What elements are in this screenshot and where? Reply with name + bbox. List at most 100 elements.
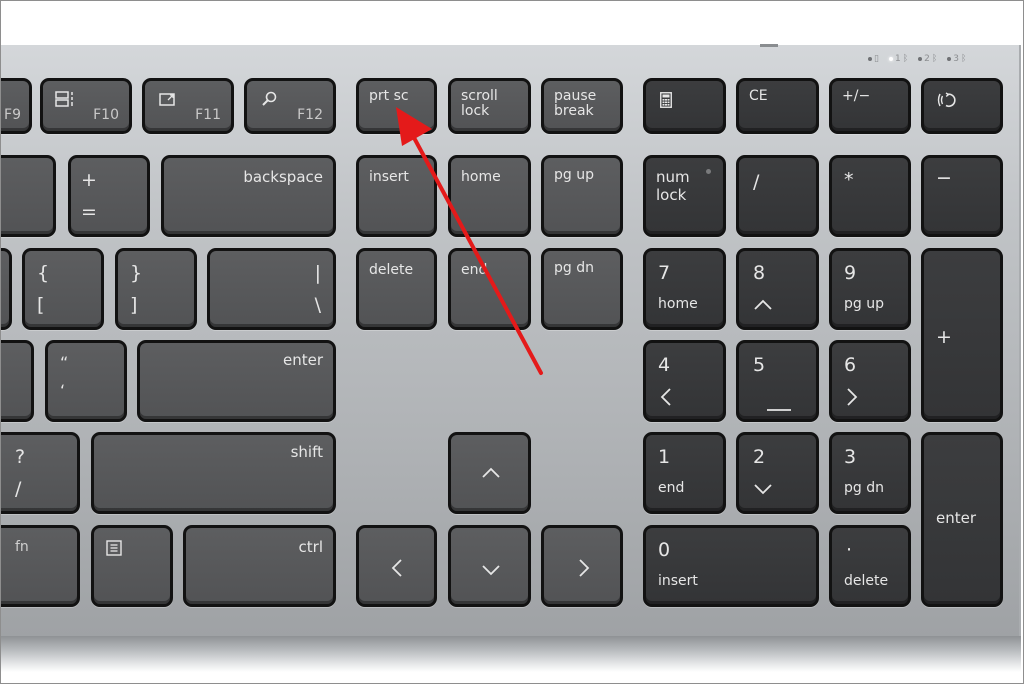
key-page-up-label: pg up	[554, 167, 594, 183]
key-end[interactable]: end	[448, 248, 531, 330]
key-slash[interactable]: ? /	[0, 432, 80, 514]
key-numpad-decimal[interactable]: · delete	[829, 525, 911, 607]
key-numpad-7[interactable]: 7 home	[643, 248, 726, 330]
key-f11[interactable]: F11	[142, 78, 234, 134]
key-right-bracket-upper: }	[130, 262, 143, 284]
key-delete-label: delete	[369, 262, 414, 278]
key-quote[interactable]: “ ‘	[45, 340, 127, 422]
key-numpad-multiply[interactable]: *	[829, 155, 911, 237]
key-right-shift[interactable]: shift	[91, 432, 336, 514]
key-numpad-minus-label: −	[936, 167, 952, 189]
key-arrow-left[interactable]	[356, 525, 437, 607]
key-numpad-7-sub: home	[658, 296, 698, 312]
key-equals[interactable]: + =	[68, 155, 150, 237]
key-f9[interactable]: F9	[0, 78, 32, 134]
chevron-right-icon	[847, 388, 858, 406]
key-scroll-lock[interactable]: scroll lock	[448, 78, 531, 134]
key-end-label: end	[461, 262, 488, 278]
key-numpad-5-label: 5	[753, 354, 766, 376]
key-plus-minus[interactable]: +/−	[829, 78, 911, 134]
tactile-bump-icon	[767, 409, 791, 411]
key-f12[interactable]: F12	[244, 78, 336, 134]
key-numpad-9-sub: pg up	[844, 296, 884, 312]
key-numpad-0-sub: insert	[658, 573, 698, 589]
key-numpad-2[interactable]: 2	[736, 432, 819, 514]
key-numpad-0[interactable]: 0 insert	[643, 525, 819, 607]
key-page-up[interactable]: pg up	[541, 155, 623, 237]
key-numpad-6[interactable]: 6	[829, 340, 911, 422]
key-insert[interactable]: insert	[356, 155, 437, 237]
key-arrow-right[interactable]	[541, 525, 623, 607]
key-minus[interactable]	[0, 155, 56, 237]
key-right-ctrl[interactable]: ctrl	[183, 525, 336, 607]
key-equals-lower: =	[81, 201, 97, 223]
key-numpad-3-label: 3	[844, 446, 857, 468]
key-numpad-3-sub: pg dn	[844, 480, 884, 496]
chevron-left-icon	[660, 388, 671, 406]
key-left-bracket[interactable]: { [	[22, 248, 104, 330]
chevron-up-icon	[754, 299, 772, 310]
key-menu[interactable]	[91, 525, 173, 607]
key-semicolon[interactable]	[0, 340, 34, 422]
key-num-lock[interactable]: num lock	[643, 155, 726, 237]
key-print-screen[interactable]: prt sc	[356, 78, 437, 134]
key-numpad-plus[interactable]: +	[921, 248, 1003, 422]
key-calculator[interactable]	[643, 78, 726, 134]
key-arrow-down[interactable]	[448, 525, 531, 607]
key-right-shift-label: shift	[290, 443, 323, 461]
key-right-bracket-lower: ]	[130, 294, 138, 316]
keyboard-front-edge	[0, 636, 1021, 672]
key-pause-break-label: pause break	[554, 88, 597, 119]
layout-icon	[55, 91, 73, 107]
bt-led-1: 1ᛒ	[888, 54, 908, 64]
key-pause-break[interactable]: pause break	[541, 78, 623, 134]
key-fn[interactable]: fn	[0, 525, 80, 607]
key-numpad-1-label: 1	[658, 446, 671, 468]
key-numpad-3[interactable]: 3 pg dn	[829, 432, 911, 514]
key-backslash-lower: \	[314, 294, 321, 316]
key-f10-label: F10	[93, 107, 119, 123]
key-quote-upper: “	[60, 353, 69, 372]
chevron-down-icon	[482, 565, 500, 576]
key-connect[interactable]	[921, 78, 1003, 134]
key-left-bracket-lower: [	[37, 294, 45, 316]
key-ce[interactable]: CE	[736, 78, 819, 134]
key-right-ctrl-label: ctrl	[298, 538, 323, 556]
key-arrow-up[interactable]	[448, 432, 531, 514]
key-numpad-enter-label: enter	[936, 509, 977, 527]
key-numpad-9[interactable]: 9 pg up	[829, 248, 911, 330]
search-icon	[262, 91, 277, 106]
key-numpad-decimal-label: ·	[846, 539, 853, 561]
key-equals-upper: +	[81, 169, 97, 191]
key-home-label: home	[461, 169, 501, 185]
bt-led-2: 2ᛒ	[918, 54, 937, 64]
chevron-left-icon	[391, 559, 402, 577]
key-numpad-8[interactable]: 8	[736, 248, 819, 330]
key-numpad-minus[interactable]: −	[921, 155, 1003, 237]
key-numpad-divide[interactable]: /	[736, 155, 819, 237]
key-right-bracket[interactable]: } ]	[115, 248, 197, 330]
num-lock-indicator-icon	[706, 169, 711, 174]
key-backslash[interactable]: | \	[207, 248, 336, 330]
key-home[interactable]: home	[448, 155, 531, 237]
chevron-right-icon	[579, 559, 590, 577]
key-slash-upper: ?	[15, 446, 26, 468]
key-delete[interactable]: delete	[356, 248, 437, 330]
key-numpad-6-label: 6	[844, 354, 857, 376]
key-backslash-upper: |	[314, 262, 321, 284]
key-f11-label: F11	[195, 107, 221, 123]
key-f10[interactable]: F10	[40, 78, 132, 134]
key-numpad-enter[interactable]: enter	[921, 432, 1003, 607]
chevron-down-icon	[754, 484, 772, 495]
chevron-up-icon	[482, 467, 500, 478]
key-numpad-5[interactable]: 5	[736, 340, 819, 422]
key-numpad-1[interactable]: 1 end	[643, 432, 726, 514]
screen-snip-icon	[159, 93, 175, 106]
key-p[interactable]	[0, 248, 12, 330]
key-enter[interactable]: enter	[137, 340, 336, 422]
key-fn-label: fn	[15, 539, 29, 555]
keyboard-hinge	[760, 44, 778, 47]
key-numpad-4[interactable]: 4	[643, 340, 726, 422]
key-page-down[interactable]: pg dn	[541, 248, 623, 330]
key-backspace[interactable]: backspace	[161, 155, 336, 237]
